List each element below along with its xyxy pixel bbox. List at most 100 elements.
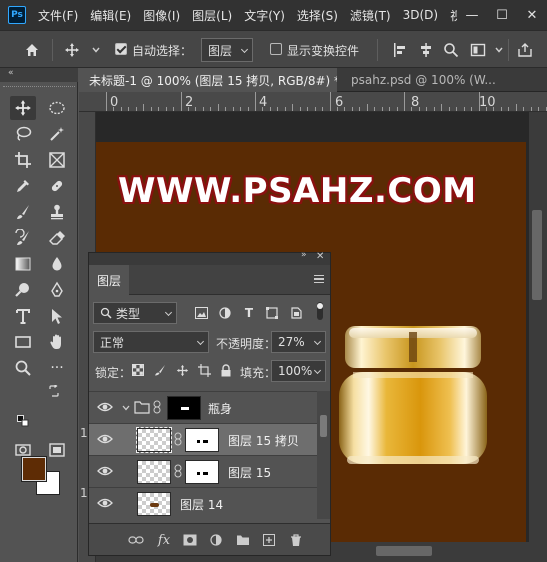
minimize-button[interactable]: — — [457, 0, 487, 30]
lasso-tool[interactable] — [10, 122, 36, 146]
brush-tool[interactable] — [10, 200, 36, 224]
filter-toggle-icon[interactable] — [315, 302, 325, 320]
auto-select-target-dropdown[interactable]: 图层 — [201, 38, 253, 62]
vertical-scrollbar-thumb[interactable] — [532, 210, 542, 300]
close-icon[interactable]: ✕ — [316, 251, 324, 262]
zoom-tool[interactable] — [10, 356, 36, 380]
fill-field[interactable]: 100% — [271, 360, 326, 382]
delete-layer-icon[interactable] — [287, 531, 305, 549]
menu-select[interactable]: 选择(S) — [297, 7, 338, 24]
lock-artboard-icon[interactable] — [195, 361, 213, 379]
menu-file[interactable]: 文件(F) — [38, 7, 78, 24]
eyedropper-tool[interactable] — [10, 174, 36, 198]
frame-tool[interactable] — [44, 148, 70, 172]
history-brush-tool[interactable] — [10, 226, 36, 250]
eraser-tool[interactable] — [44, 226, 70, 250]
path-selection-tool[interactable] — [44, 304, 70, 328]
collapse-icon[interactable]: « — [8, 68, 14, 78]
layer-row-selected[interactable]: 图层 15 拷贝 — [89, 423, 317, 455]
layers-scrollbar-thumb[interactable] — [320, 415, 327, 437]
eye-icon[interactable] — [97, 496, 113, 510]
menu-filter[interactable]: 滤镜(T) — [350, 7, 391, 24]
filter-type-icon[interactable]: T — [240, 304, 258, 322]
show-transform-checkbox[interactable] — [270, 43, 282, 55]
auto-select-checkbox[interactable] — [115, 43, 127, 55]
menu-3d[interactable]: 3D(D) — [403, 8, 438, 22]
opacity-field[interactable]: 27% — [271, 331, 326, 353]
move-tool-icon[interactable] — [62, 40, 82, 60]
eye-icon[interactable] — [97, 432, 113, 446]
eye-icon[interactable] — [97, 400, 113, 414]
menu-edit[interactable]: 编辑(E) — [90, 7, 131, 24]
chevron-down-icon[interactable] — [121, 402, 131, 416]
lock-position-icon[interactable] — [173, 361, 191, 379]
blend-mode-dropdown[interactable]: 正常 — [93, 331, 209, 353]
maximize-button[interactable]: ☐ — [487, 0, 517, 30]
link-layers-icon[interactable] — [127, 531, 145, 549]
link-icon[interactable] — [174, 464, 182, 481]
filter-smart-object-icon[interactable] — [287, 304, 305, 322]
pen-tool[interactable] — [44, 278, 70, 302]
tab-layers[interactable]: 图层 — [89, 265, 129, 295]
align-left-icon[interactable] — [390, 40, 410, 60]
add-mask-icon[interactable] — [181, 531, 199, 549]
elliptical-marquee-tool[interactable] — [44, 96, 70, 120]
layer-thumbnail[interactable] — [137, 460, 171, 484]
layer-thumbnail[interactable] — [137, 492, 171, 516]
new-group-icon[interactable] — [234, 531, 252, 549]
more-tools-icon[interactable]: ··· — [44, 356, 70, 380]
chevron-down-icon[interactable] — [489, 40, 509, 60]
gradient-tool[interactable] — [10, 252, 36, 276]
menu-layer[interactable]: 图层(L) — [192, 7, 232, 24]
share-icon[interactable] — [515, 40, 535, 60]
align-center-icon[interactable] — [416, 40, 436, 60]
blur-tool[interactable] — [44, 252, 70, 276]
collapse-icon[interactable]: » — [301, 250, 307, 260]
home-icon[interactable] — [22, 40, 42, 60]
workspace-icon[interactable] — [468, 40, 488, 60]
lock-pixels-icon[interactable] — [151, 361, 169, 379]
layer-mask-thumbnail[interactable] — [167, 396, 201, 420]
foreground-color-swatch[interactable] — [21, 456, 47, 482]
adjustment-layer-icon[interactable] — [207, 531, 225, 549]
move-tool[interactable] — [10, 96, 36, 120]
default-colors-icon[interactable] — [16, 414, 30, 428]
healing-brush-tool[interactable] — [44, 174, 70, 198]
filter-pixel-icon[interactable] — [192, 304, 210, 322]
chevron-down-icon[interactable] — [86, 40, 106, 60]
layers-scrollbar[interactable] — [317, 391, 330, 519]
clone-stamp-tool[interactable] — [44, 200, 70, 224]
panel-menu-icon[interactable] — [314, 275, 324, 283]
menu-image[interactable]: 图像(I) — [143, 7, 180, 24]
close-button[interactable]: ✕ — [517, 0, 547, 30]
layer-mask-thumbnail[interactable] — [185, 428, 219, 452]
layer-style-icon[interactable]: fx — [155, 531, 173, 549]
link-icon[interactable] — [153, 400, 161, 417]
layer-row-group[interactable]: 瓶身 — [89, 391, 317, 423]
tab-document-active[interactable]: 未标题-1 @ 100% (图层 15 拷贝, RGB/8#) * × — [79, 68, 337, 92]
horizontal-scrollbar-thumb[interactable] — [376, 546, 432, 556]
lock-transparent-icon[interactable] — [129, 361, 147, 379]
rectangle-tool[interactable] — [10, 330, 36, 354]
filter-shape-icon[interactable] — [263, 304, 281, 322]
type-tool[interactable] — [10, 304, 36, 328]
layer-row[interactable]: 图层 15 — [89, 455, 317, 487]
swap-colors-icon[interactable] — [46, 383, 62, 399]
dodge-tool[interactable] — [10, 278, 36, 302]
screen-mode-icon[interactable] — [44, 438, 70, 462]
layer-mask-thumbnail[interactable] — [185, 460, 219, 484]
magic-wand-tool[interactable] — [44, 122, 70, 146]
lock-all-icon[interactable] — [217, 361, 235, 379]
search-icon[interactable] — [441, 40, 461, 60]
vertical-scrollbar[interactable] — [529, 112, 547, 562]
eye-icon[interactable] — [97, 464, 113, 478]
layer-row[interactable]: 图层 14 — [89, 487, 317, 519]
layer-filter-dropdown[interactable]: 类型 — [93, 302, 177, 324]
menu-type[interactable]: 文字(Y) — [244, 7, 285, 24]
hand-tool[interactable] — [44, 330, 70, 354]
tab-document-psahz[interactable]: psahz.psd @ 100% (W... — [341, 68, 547, 92]
layer-thumbnail[interactable] — [136, 427, 172, 453]
filter-adjustment-icon[interactable] — [216, 304, 234, 322]
new-layer-icon[interactable] — [260, 531, 278, 549]
link-icon[interactable] — [174, 432, 182, 449]
